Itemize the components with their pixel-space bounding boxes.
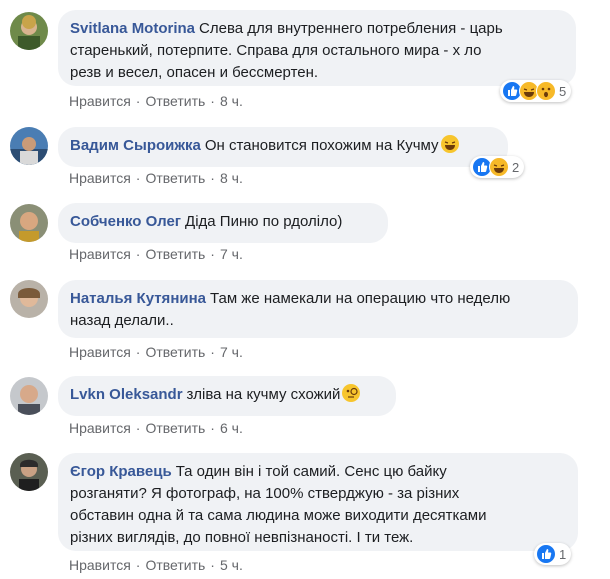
comment-bubble: Вадим Сыроижка Он становится похожим на К…: [58, 127, 508, 167]
comment-author[interactable]: Наталья Кутянина: [70, 290, 206, 307]
laughing-emoji-icon: [440, 135, 459, 153]
separator-dot: ·: [210, 557, 215, 573]
like-button[interactable]: Нравится: [69, 246, 131, 262]
avatar[interactable]: [10, 204, 48, 242]
haha-icon: [489, 157, 509, 177]
avatar[interactable]: [10, 12, 48, 50]
reply-button[interactable]: Ответить: [145, 170, 205, 186]
avatar[interactable]: [10, 280, 48, 318]
comment-author[interactable]: Svitlana Motorina: [70, 20, 195, 37]
like-button[interactable]: Нравится: [69, 170, 131, 186]
separator-dot: ·: [210, 420, 215, 436]
comment-author[interactable]: Lvkn Oleksandr: [70, 386, 183, 403]
reply-button[interactable]: Ответить: [145, 420, 205, 436]
reaction-summary[interactable]: 2: [470, 156, 525, 178]
comment-text: різних виглядів, до повної невпізнаності…: [70, 529, 414, 546]
like-icon: [536, 544, 556, 564]
comment-text: назад делали..: [70, 312, 174, 329]
reaction-count: 1: [559, 546, 567, 562]
comment-actions: Нравится · Ответить · 7 ч.: [69, 246, 243, 262]
comment-bubble: Наталья Кутянина Там же намекали на опера…: [58, 280, 578, 338]
separator-dot: ·: [135, 170, 141, 186]
separator-dot: ·: [135, 557, 141, 573]
like-button[interactable]: Нравится: [69, 420, 131, 436]
avatar[interactable]: [10, 453, 48, 491]
timestamp[interactable]: 7 ч.: [220, 344, 243, 360]
separator-dot: ·: [210, 246, 215, 262]
reaction-count: 2: [512, 159, 520, 175]
reply-button[interactable]: Ответить: [145, 344, 205, 360]
comment-text: обставин одна й та сама людина може вихо…: [70, 507, 487, 524]
comment-text: Діда Пиню по рдоліло): [185, 213, 343, 230]
separator-dot: ·: [210, 170, 215, 186]
separator-dot: ·: [210, 344, 215, 360]
wow-icon: [536, 81, 556, 101]
comment-actions: Нравится · Ответить · 8 ч.: [69, 93, 243, 109]
monocle-emoji-icon: [342, 384, 361, 402]
timestamp[interactable]: 5 ч.: [220, 557, 243, 573]
comment-text: зліва на кучму схожий: [186, 386, 341, 403]
comment-bubble: Єгор Кравець Та один він і той самий. Сен…: [58, 453, 578, 551]
comment-author[interactable]: Собченко Олег: [70, 213, 181, 230]
comment-bubble: Собченко Олег Діда Пиню по рдоліло): [58, 203, 388, 243]
comment-text: резв и весел, опасен и бессмертен.: [70, 64, 319, 81]
comment-actions: Нравится · Ответить · 6 ч.: [69, 420, 243, 436]
separator-dot: ·: [135, 420, 141, 436]
reaction-summary[interactable]: 5: [500, 80, 572, 102]
separator-dot: ·: [135, 93, 141, 109]
comment-actions: Нравится · Ответить · 8 ч.: [69, 170, 243, 186]
timestamp[interactable]: 8 ч.: [220, 93, 243, 109]
comment-actions: Нравится · Ответить · 5 ч.: [69, 557, 243, 573]
comment-text: Там же намекали на операцию что неделю: [210, 290, 511, 307]
comment-text: Та один він і той самий. Сенс цю байку: [175, 463, 447, 480]
timestamp[interactable]: 7 ч.: [220, 246, 243, 262]
separator-dot: ·: [135, 246, 141, 262]
timestamp[interactable]: 6 ч.: [220, 420, 243, 436]
reply-button[interactable]: Ответить: [145, 557, 205, 573]
avatar[interactable]: [10, 127, 48, 165]
comment-author[interactable]: Єгор Кравець: [70, 463, 172, 480]
like-button[interactable]: Нравится: [69, 93, 131, 109]
comment-actions: Нравится · Ответить · 7 ч.: [69, 344, 243, 360]
avatar[interactable]: [10, 377, 48, 415]
timestamp[interactable]: 8 ч.: [220, 170, 243, 186]
like-button[interactable]: Нравится: [69, 344, 131, 360]
comment-text: Он становится похожим на Кучму: [204, 137, 439, 154]
like-button[interactable]: Нравится: [69, 557, 131, 573]
reaction-summary[interactable]: 1: [534, 543, 572, 565]
reply-button[interactable]: Ответить: [145, 246, 205, 262]
separator-dot: ·: [210, 93, 215, 109]
comment-text: розганяти? Я фотограф, на 100% стверджую…: [70, 485, 460, 502]
reply-button[interactable]: Ответить: [145, 93, 205, 109]
reaction-count: 5: [559, 83, 567, 99]
comment-bubble: Svitlana Motorina Слева для внутреннего п…: [58, 10, 576, 86]
comment-text: Слева для внутреннего потребления - царь: [199, 20, 503, 37]
comment-author[interactable]: Вадим Сыроижка: [70, 137, 201, 154]
separator-dot: ·: [135, 344, 141, 360]
comment-text: старенький, потерпите. Справа для осталь…: [70, 42, 482, 59]
comment-bubble: Lvkn Oleksandr зліва на кучму схожий: [58, 376, 396, 416]
